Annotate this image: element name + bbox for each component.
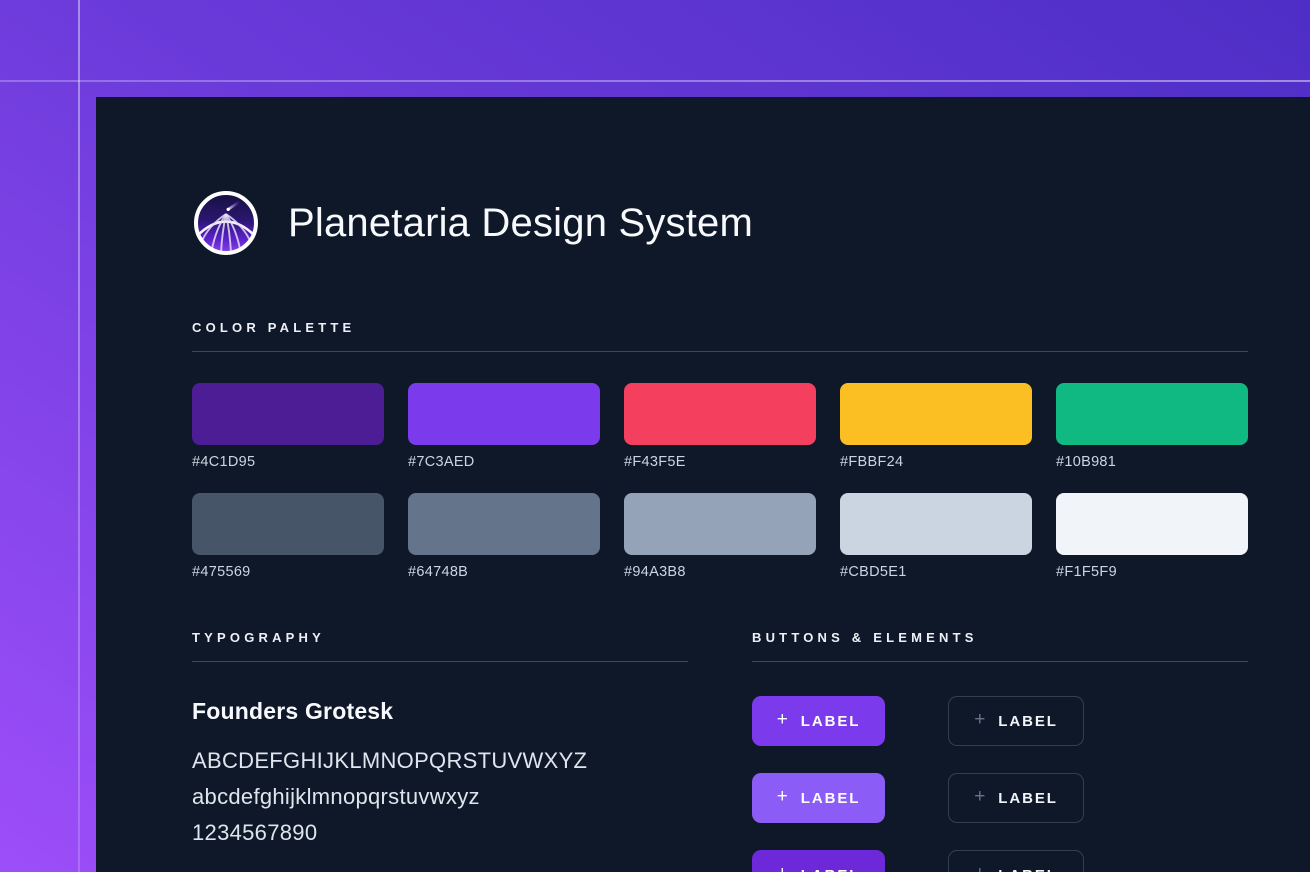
- color-swatch: [840, 383, 1032, 445]
- page-background: { "page": { "title": "Planetaria Design …: [0, 0, 1310, 872]
- header: Planetaria Design System: [192, 189, 1248, 257]
- label-button-filled-hover[interactable]: + LABEL: [752, 773, 885, 823]
- button-label: LABEL: [801, 790, 861, 807]
- swatch-hex-label: #F1F5F9: [1056, 564, 1248, 581]
- label-button-outline[interactable]: + LABEL: [948, 696, 1084, 746]
- label-button-outline-active[interactable]: + LABEL: [948, 850, 1084, 872]
- swatch-hex-label: #475569: [192, 564, 384, 581]
- swatch-hex-label: #FBBF24: [840, 454, 1032, 471]
- swatch-cell: #64748B: [408, 493, 600, 581]
- swatch-hex-label: #7C3AED: [408, 454, 600, 471]
- type-specimen: ABCDEFGHIJKLMNOPQRSTUVWXYZ abcdefghijklm…: [192, 743, 688, 851]
- swatch-hex-label: #94A3B8: [624, 564, 816, 581]
- swatch-hex-label: #64748B: [408, 564, 600, 581]
- button-rows: + LABEL + LABEL + LABEL + LABEL: [752, 696, 1248, 872]
- color-swatch: [408, 493, 600, 555]
- color-swatch: [1056, 383, 1248, 445]
- buttons-heading: BUTTONS & ELEMENTS: [752, 631, 1248, 644]
- color-swatch: [624, 383, 816, 445]
- page-title: Planetaria Design System: [288, 201, 753, 246]
- typography-heading: TYPOGRAPHY: [192, 631, 688, 644]
- color-palette-section: COLOR PALETTE #4C1D95 #7C3AED #F43F5E #F…: [192, 321, 1248, 581]
- swatch-grid: #4C1D95 #7C3AED #F43F5E #FBBF24 #10B981 …: [192, 383, 1248, 581]
- specimen-digits: 1234567890: [192, 815, 688, 851]
- plus-icon: +: [777, 709, 788, 731]
- plus-icon: +: [974, 863, 985, 872]
- buttons-section: BUTTONS & ELEMENTS + LABEL + LABEL +: [752, 631, 1248, 872]
- specimen-lowercase: abcdefghijklmnopqrstuvwxyz: [192, 779, 688, 815]
- font-name: Founders Grotesk: [192, 698, 688, 725]
- section-divider: [192, 351, 1248, 352]
- swatch-cell: #94A3B8: [624, 493, 816, 581]
- plus-icon: +: [974, 709, 985, 731]
- button-label: LABEL: [998, 790, 1058, 807]
- background-grid-line-horizontal: [0, 80, 1310, 82]
- button-label: LABEL: [998, 713, 1058, 730]
- swatch-hex-label: #10B981: [1056, 454, 1248, 471]
- swatch-cell: #F1F5F9: [1056, 493, 1248, 581]
- label-button-outline-hover[interactable]: + LABEL: [948, 773, 1084, 823]
- color-swatch: [192, 383, 384, 445]
- color-swatch: [192, 493, 384, 555]
- swatch-hex-label: #F43F5E: [624, 454, 816, 471]
- swatch-cell: #475569: [192, 493, 384, 581]
- swatch-cell: #CBD5E1: [840, 493, 1032, 581]
- lower-sections: TYPOGRAPHY Founders Grotesk ABCDEFGHIJKL…: [192, 631, 1248, 872]
- button-label: LABEL: [801, 867, 861, 872]
- label-button-filled-active[interactable]: + LABEL: [752, 850, 885, 872]
- swatch-hex-label: #CBD5E1: [840, 564, 1032, 581]
- button-label: LABEL: [998, 867, 1058, 872]
- color-swatch: [1056, 493, 1248, 555]
- color-swatch: [408, 383, 600, 445]
- swatch-hex-label: #4C1D95: [192, 454, 384, 471]
- background-grid-line-vertical: [78, 0, 80, 872]
- plus-icon: +: [974, 786, 985, 808]
- color-swatch: [624, 493, 816, 555]
- swatch-cell: #10B981: [1056, 383, 1248, 471]
- label-button-filled[interactable]: + LABEL: [752, 696, 885, 746]
- section-divider: [752, 661, 1248, 662]
- section-divider: [192, 661, 688, 662]
- color-swatch: [840, 493, 1032, 555]
- plus-icon: +: [777, 786, 788, 808]
- specimen-uppercase: ABCDEFGHIJKLMNOPQRSTUVWXYZ: [192, 743, 688, 779]
- swatch-cell: #4C1D95: [192, 383, 384, 471]
- planetaria-logo-icon: [192, 189, 260, 257]
- design-system-card: Planetaria Design System COLOR PALETTE #…: [96, 97, 1310, 872]
- swatch-cell: #7C3AED: [408, 383, 600, 471]
- color-palette-heading: COLOR PALETTE: [192, 321, 1248, 334]
- swatch-cell: #F43F5E: [624, 383, 816, 471]
- button-row: + LABEL + LABEL: [752, 773, 1248, 823]
- button-row: + LABEL + LABEL: [752, 850, 1248, 872]
- swatch-cell: #FBBF24: [840, 383, 1032, 471]
- plus-icon: +: [777, 863, 788, 872]
- button-row: + LABEL + LABEL: [752, 696, 1248, 746]
- button-label: LABEL: [801, 713, 861, 730]
- typography-section: TYPOGRAPHY Founders Grotesk ABCDEFGHIJKL…: [192, 631, 688, 872]
